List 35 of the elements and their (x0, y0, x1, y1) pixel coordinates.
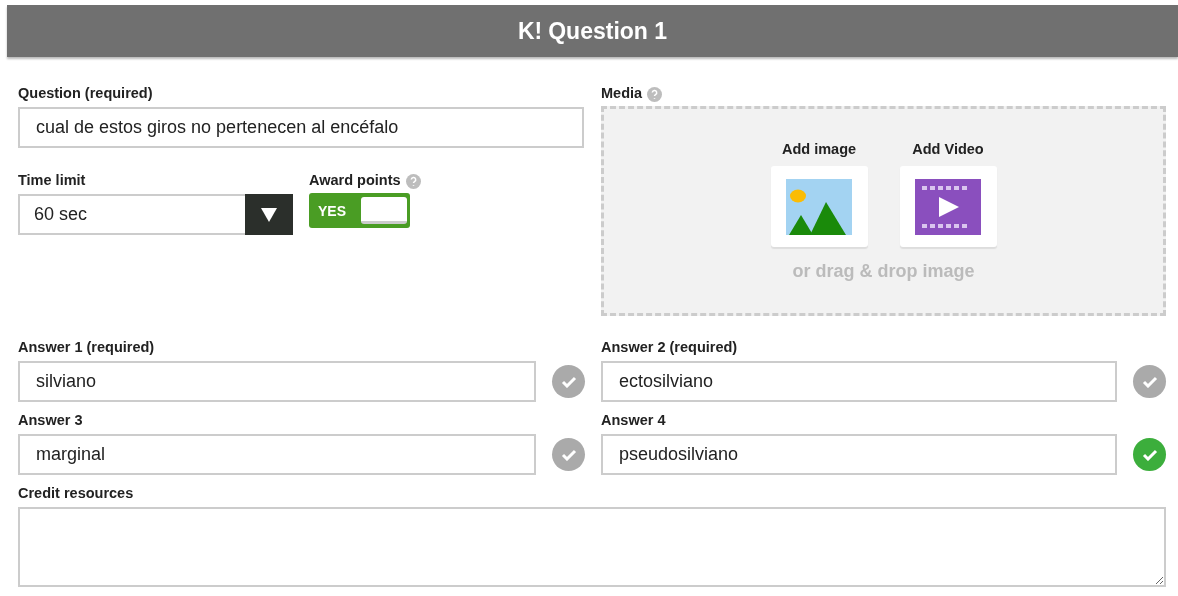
add-image-button[interactable] (770, 166, 868, 247)
correct-answer-toggle[interactable] (552, 438, 585, 471)
correct-answer-toggle[interactable] (552, 365, 585, 398)
add-video-button[interactable] (899, 166, 997, 247)
field-label: Award points (309, 172, 401, 190)
field-label: Answer 1 (required) (18, 339, 156, 357)
checkmark-icon (1141, 375, 1158, 388)
field-label: Question (required) (18, 85, 154, 103)
video-icon (915, 178, 981, 235)
answer-field[interactable]: pseudosilviano (601, 434, 1118, 475)
credit-resources-field[interactable] (18, 507, 1166, 587)
field-label: Answer 4 (601, 412, 667, 430)
field-label: Answer 3 (18, 412, 84, 430)
field-label: Time limit (18, 172, 87, 190)
field-label: Media (601, 85, 643, 103)
answer-field[interactable]: silviano (18, 361, 536, 402)
checkmark-icon (1141, 448, 1158, 461)
dropdown-caret-icon (261, 207, 277, 222)
correct-answer-toggle[interactable] (1133, 438, 1166, 471)
image-icon (786, 178, 852, 235)
answer-field[interactable]: marginal (18, 434, 536, 475)
answer-field[interactable]: ectosilviano (601, 361, 1118, 402)
checkmark-icon (560, 375, 577, 388)
field-label: Answer 2 (required) (601, 339, 739, 357)
correct-answer-toggle[interactable] (1133, 365, 1166, 398)
field-label: Credit resources (18, 485, 135, 503)
help-icon (647, 86, 663, 102)
add-video-label: Add Video (912, 141, 984, 157)
question-field[interactable]: cual de estos giros no pertenecen al encéfalo (18, 107, 584, 148)
page-title: Question 1 (548, 17, 668, 45)
logo: K! (517, 17, 543, 45)
time-limit-dropdown[interactable]: 60 sec (18, 194, 293, 235)
help-icon (405, 173, 421, 189)
checkmark-icon (560, 448, 577, 461)
add-image-label: Add image (781, 141, 857, 157)
